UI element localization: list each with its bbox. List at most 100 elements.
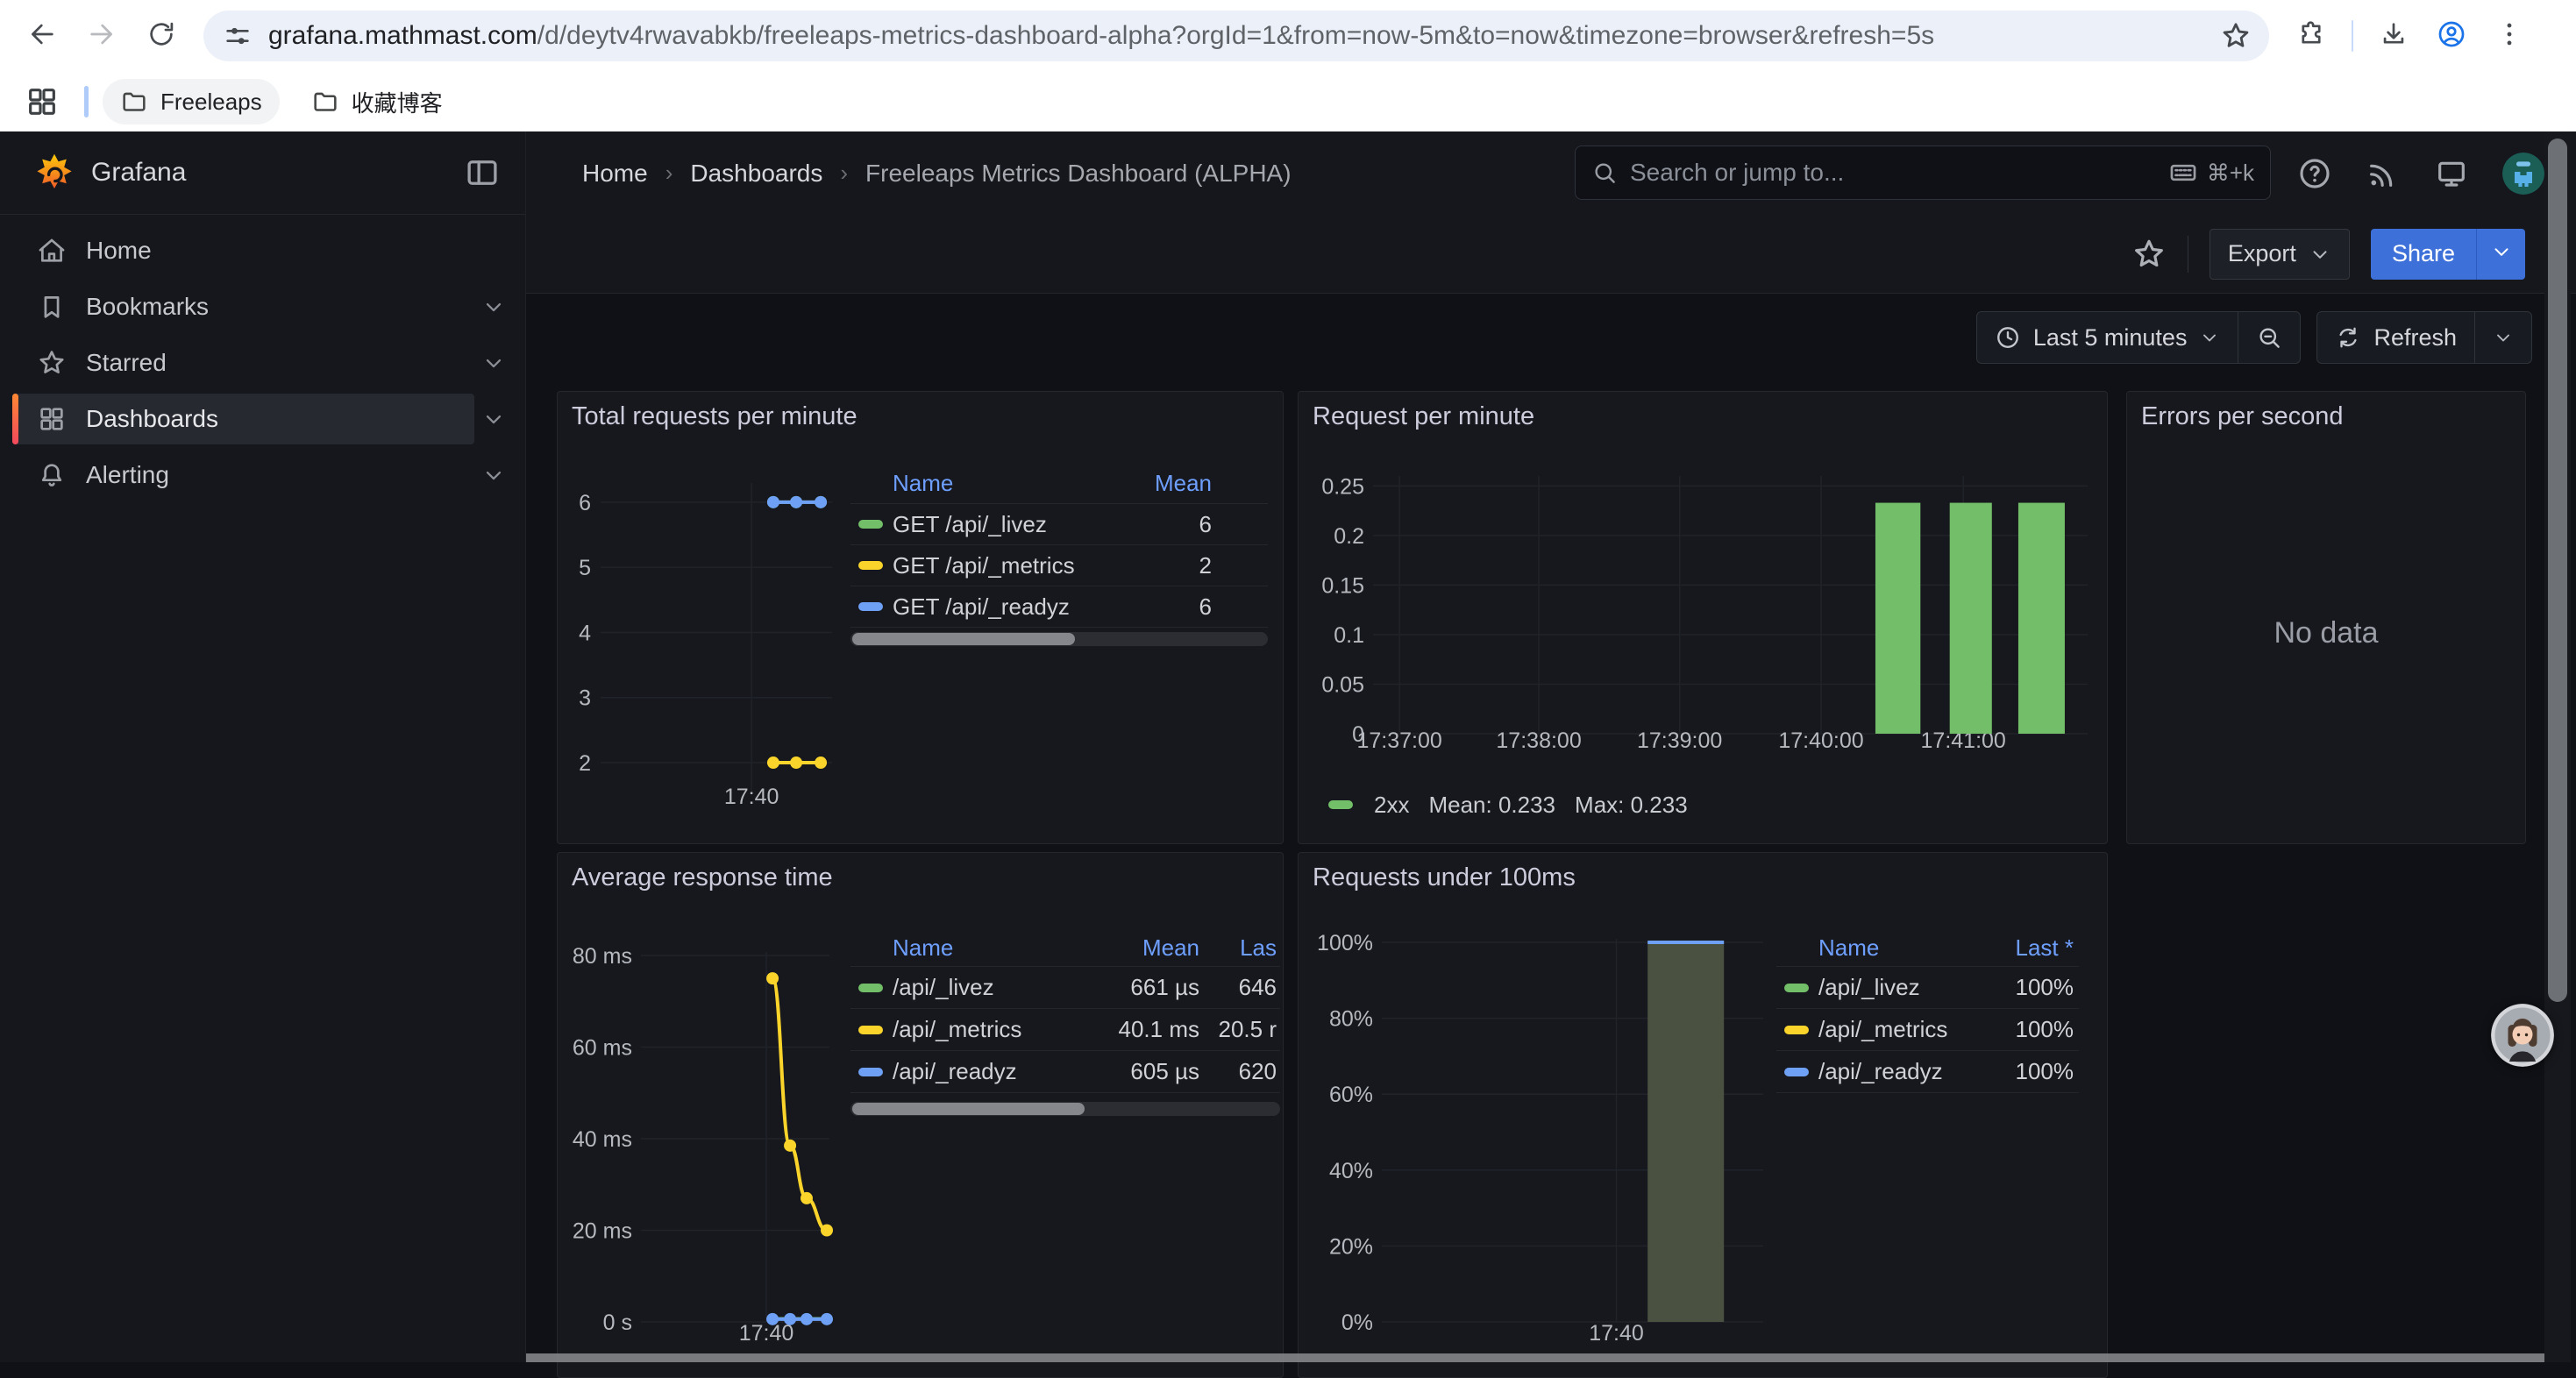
legend-column-header[interactable]: Name — [1818, 934, 1968, 962]
expand-section-button[interactable] — [474, 288, 513, 326]
reload-button[interactable] — [139, 13, 184, 59]
panel-title[interactable]: Errors per second — [2141, 402, 2344, 431]
legend-series-name[interactable]: GET /api/_readyz — [893, 593, 1133, 621]
grafana-app: Grafana HomeBookmarksStarredDashboardsAl… — [0, 131, 2576, 1362]
export-button[interactable]: Export — [2210, 229, 2350, 280]
scrollbar-thumb[interactable] — [2548, 139, 2567, 1002]
bottom-scrollbar[interactable] — [526, 1353, 2544, 1362]
svg-text:0.2: 0.2 — [1334, 524, 1364, 549]
folder-icon — [120, 88, 148, 116]
legend-value: 100% — [1968, 974, 2074, 1001]
chevron-down-icon — [2199, 327, 2220, 348]
legend-column-header[interactable]: Mean — [1133, 470, 1212, 497]
legend-series-name[interactable]: /api/_readyz — [1818, 1058, 1968, 1085]
dock-menu-button[interactable] — [464, 154, 501, 191]
expand-section-button[interactable] — [474, 400, 513, 438]
toolbar-divider — [2352, 20, 2353, 52]
share-menu-button[interactable] — [2476, 229, 2525, 280]
svg-text:0 s: 0 s — [603, 1311, 632, 1335]
refresh-group: Refresh — [2316, 311, 2532, 364]
address-bar[interactable]: grafana.mathmast.com/d/deytv4rwavabkb/fr… — [203, 11, 2269, 61]
panel-title[interactable]: Total requests per minute — [572, 402, 857, 431]
user-avatar[interactable] — [2502, 153, 2544, 195]
chart: 0.250.20.150.10.05017:37:0017:38:0017:39… — [1299, 392, 2108, 844]
grafana-logo[interactable] — [33, 152, 75, 194]
display-button[interactable] — [2434, 156, 2469, 191]
legend-series-name[interactable]: 2xx — [1374, 792, 1409, 819]
legend-series-name[interactable]: /api/_livez — [893, 974, 1101, 1001]
star-icon — [2220, 40, 2252, 55]
time-range-button[interactable]: Last 5 minutes — [1977, 312, 2238, 363]
scrollbar-thumb[interactable] — [852, 1103, 1085, 1115]
legend-series-name[interactable]: /api/_metrics — [1818, 1016, 1968, 1043]
legend-column-header[interactable]: Mean — [1101, 934, 1199, 962]
arrow-right-icon — [87, 19, 117, 53]
folder-icon — [311, 88, 339, 116]
assistant-avatar[interactable] — [2491, 1004, 2554, 1067]
expand-section-button[interactable] — [474, 344, 513, 382]
bookmark-item[interactable]: 收藏博客 — [294, 79, 460, 124]
chevron-down-icon — [2309, 243, 2331, 266]
legend-series-name[interactable]: /api/_metrics — [893, 1016, 1101, 1043]
panel-title[interactable]: Request per minute — [1313, 402, 1534, 431]
breadcrumb-item[interactable]: Home — [582, 160, 648, 188]
no-data-message: No data — [2127, 616, 2525, 650]
bookmark-item[interactable]: Freeleaps — [103, 79, 280, 124]
site-settings-icon[interactable] — [223, 21, 253, 51]
sidebar-item-label: Dashboards — [86, 405, 218, 433]
svg-text:40 ms: 40 ms — [573, 1127, 632, 1152]
scrollbar-thumb[interactable] — [852, 633, 1075, 645]
search-box[interactable]: ⌘+k — [1575, 146, 2271, 200]
url-text[interactable]: grafana.mathmast.com/d/deytv4rwavabkb/fr… — [268, 21, 1934, 51]
breadcrumb: Home›Dashboards›Freeleaps Metrics Dashbo… — [582, 131, 1292, 215]
svg-text:20%: 20% — [1329, 1234, 1373, 1259]
sidebar-item-starred[interactable]: Starred — [12, 337, 474, 388]
svg-text:20 ms: 20 ms — [573, 1219, 632, 1244]
sidebar-item-home[interactable]: Home — [12, 225, 474, 276]
legend-series-name[interactable]: /api/_livez — [1818, 974, 1968, 1001]
breadcrumb-row: Home›Dashboards›Freeleaps Metrics Dashbo… — [526, 131, 2576, 215]
sidebar-item-dashboards[interactable]: Dashboards — [12, 394, 474, 444]
profile-button[interactable] — [2434, 18, 2469, 53]
legend-scrollbar[interactable] — [850, 632, 1268, 646]
legend-value: 661 µs — [1101, 974, 1199, 1001]
favorite-dashboard-button[interactable] — [2131, 237, 2167, 272]
main-area: Home›Dashboards›Freeleaps Metrics Dashbo… — [526, 131, 2576, 1362]
legend-series-name[interactable]: /api/_readyz — [893, 1058, 1101, 1085]
legend-value: 605 µs — [1101, 1058, 1199, 1085]
legend-column-header[interactable]: Last * — [1968, 934, 2074, 962]
breadcrumb-item[interactable]: Dashboards — [690, 160, 822, 188]
share-button[interactable]: Share — [2371, 229, 2476, 280]
panel-title[interactable]: Average response time — [572, 863, 833, 892]
help-button[interactable] — [2297, 156, 2332, 191]
menu-button[interactable] — [2492, 18, 2527, 53]
apps-grid-button[interactable] — [25, 84, 60, 119]
legend-scrollbar[interactable] — [850, 1102, 1280, 1116]
news-button[interactable] — [2366, 156, 2401, 191]
kebab-icon — [2494, 19, 2524, 53]
bookmark-star-button[interactable] — [2220, 20, 2252, 52]
back-button[interactable] — [19, 13, 65, 59]
search-input[interactable] — [1630, 159, 2168, 187]
legend-column-header[interactable]: Name — [893, 470, 1133, 497]
panel-total-requests-per-minute: 6543217:40 Total requests per minute Nam… — [557, 391, 1284, 844]
legend-series-name[interactable]: GET /api/_livez — [893, 511, 1133, 538]
downloads-button[interactable] — [2376, 18, 2411, 53]
panel-errors-per-second: Errors per second No data — [2126, 391, 2526, 844]
refresh-button[interactable]: Refresh — [2317, 312, 2474, 363]
forward-button[interactable] — [79, 13, 125, 59]
clock-icon — [1995, 324, 2021, 351]
series-swatch — [1328, 800, 1353, 809]
zoom-out-button[interactable] — [2238, 312, 2300, 363]
legend-column-header[interactable]: Name — [893, 934, 1101, 962]
legend-column-header[interactable]: Las — [1199, 934, 1277, 962]
extensions-button[interactable] — [2294, 18, 2329, 53]
sidebar-item-bookmarks[interactable]: Bookmarks — [12, 281, 474, 332]
svg-text:6: 6 — [579, 491, 591, 515]
sidebar-item-alerting[interactable]: Alerting — [12, 450, 474, 501]
legend-series-name[interactable]: GET /api/_metrics — [893, 552, 1133, 579]
panel-title[interactable]: Requests under 100ms — [1313, 863, 1576, 892]
grid-icon — [37, 404, 67, 434]
expand-section-button[interactable] — [474, 456, 513, 494]
refresh-interval-button[interactable] — [2474, 312, 2531, 363]
